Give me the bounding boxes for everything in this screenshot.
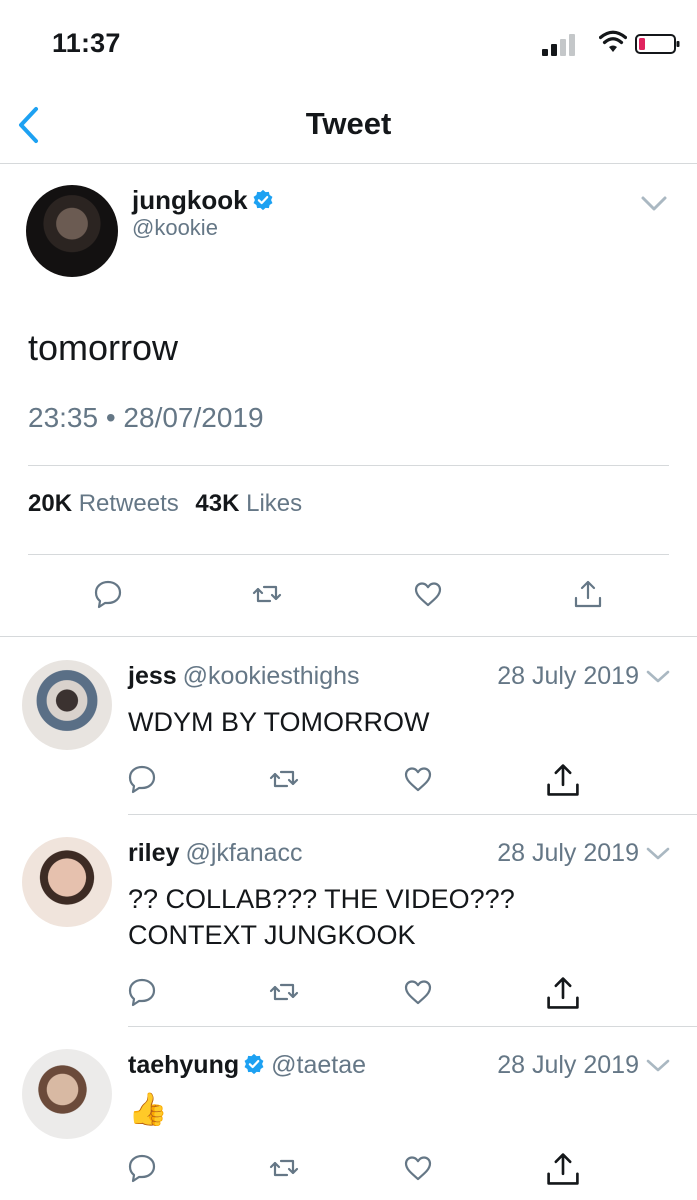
reply-date: 28 July 2019 [497,839,639,867]
tweet-stats: 20K Retweets 43K Likes [28,490,302,518]
reply-avatar[interactable] [22,1049,112,1139]
main-tweet: jungkook @kookie tomorrow 23:35 • 28/07/… [0,165,697,637]
author-handle[interactable]: @kookie [132,215,218,241]
tweet-actions [0,579,697,615]
status-bar: 11:37 [0,0,697,84]
reply-handle: @jkfanacc [185,839,303,867]
reply-text: ?? COLLAB??? THE VIDEO??? CONTEXT JUNGKO… [128,884,515,950]
reply-text: WDYM BY TOMORROW [128,707,430,737]
status-time: 11:37 [52,28,121,58]
retweet-icon[interactable] [269,977,299,1007]
reply-author[interactable]: taehyung @taetae [128,1051,366,1080]
wifi-icon [599,30,627,52]
page-title: Tweet [305,106,392,141]
retweet-icon[interactable] [269,764,299,794]
tweet-text: tomorrow [28,327,179,368]
author-name-row[interactable]: jungkook [132,185,274,216]
reply-text: 👍 [128,1091,168,1127]
reply-tweet[interactable]: taehyung @taetae 28 July 2019 👍 [0,1027,697,1200]
like-icon[interactable] [413,579,443,609]
reply-tweet[interactable]: riley @jkfanacc 28 July 2019 ?? COLLAB???… [0,815,697,1027]
chevron-down-icon[interactable] [644,668,672,686]
share-icon[interactable] [545,975,581,1011]
reply-date: 28 July 2019 [497,662,639,690]
reply-date: 28 July 2019 [497,1051,639,1079]
chevron-down-icon[interactable] [640,195,668,213]
verified-badge-icon [244,1053,264,1075]
chevron-down-icon[interactable] [644,845,672,863]
divider [28,554,669,555]
author-avatar[interactable] [26,185,118,277]
retweet-icon[interactable] [269,1153,299,1183]
reply-icon[interactable] [93,579,123,609]
reply-author[interactable]: jess @kookiesthighs [128,662,360,691]
reply-avatar[interactable] [22,837,112,927]
author-name: jungkook [132,185,248,215]
divider [28,465,669,466]
nav-bar: Tweet [0,84,697,164]
share-icon[interactable] [545,1151,581,1187]
retweets-stat[interactable]: 20K Retweets [28,490,179,517]
reply-icon[interactable] [127,764,157,794]
reply-author[interactable]: riley @jkfanacc [128,839,303,868]
reply-handle: @kookiesthighs [182,662,360,690]
battery-icon [635,34,680,54]
verified-badge-icon [253,189,273,211]
like-icon[interactable] [403,1153,433,1183]
reply-handle: @taetae [271,1051,367,1079]
tweet-timestamp: 23:35 • 28/07/2019 [28,402,264,433]
like-icon[interactable] [403,977,433,1007]
reply-icon[interactable] [127,977,157,1007]
likes-stat[interactable]: 43K Likes [195,490,302,517]
reply-avatar[interactable] [22,660,112,750]
reply-tweet[interactable]: jess @kookiesthighs 28 July 2019 WDYM BY … [0,638,697,815]
retweet-icon[interactable] [252,579,282,609]
share-icon[interactable] [573,579,603,609]
chevron-down-icon[interactable] [644,1057,672,1075]
like-icon[interactable] [403,764,433,794]
share-icon[interactable] [545,762,581,798]
reply-icon[interactable] [127,1153,157,1183]
signal-icon [542,34,575,56]
